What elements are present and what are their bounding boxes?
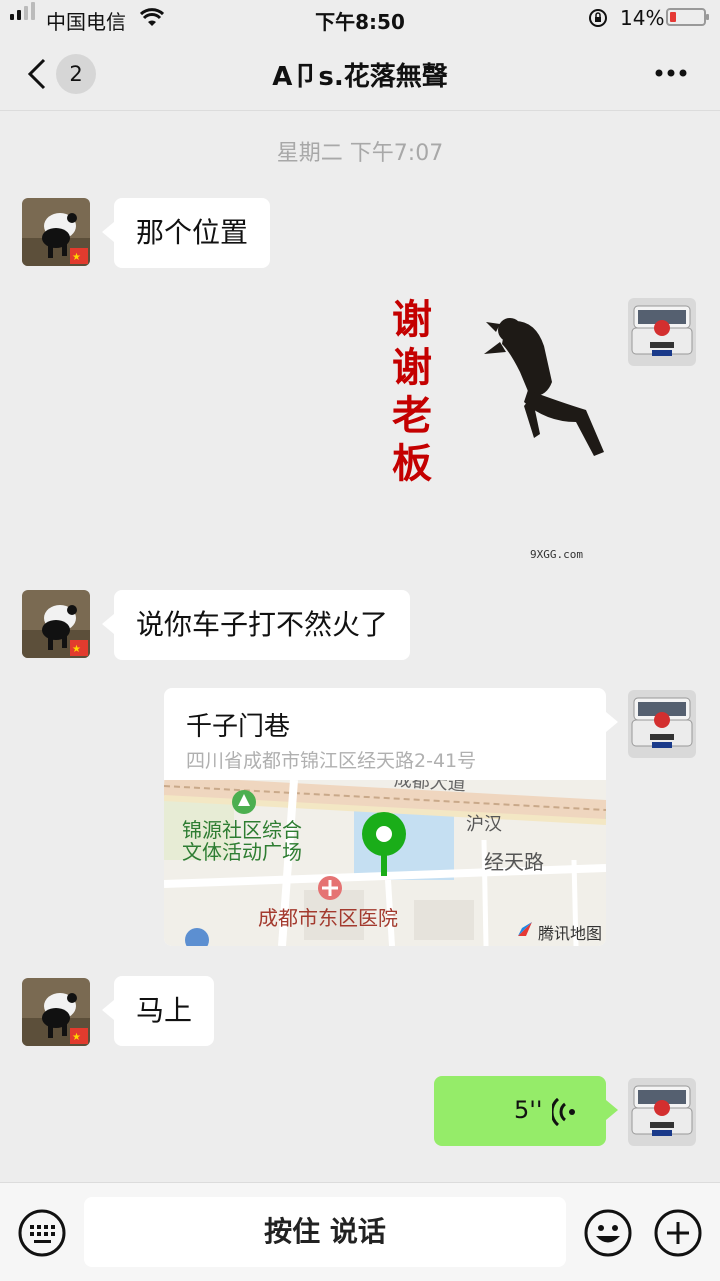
kneeling-man-figure bbox=[484, 318, 604, 456]
plus-icon[interactable] bbox=[654, 1209, 702, 1257]
sticker-char: 老 bbox=[392, 393, 432, 439]
message-bubble[interactable]: 马上 bbox=[101, 976, 215, 1046]
map-provider-label: 腾讯地图 bbox=[538, 924, 603, 943]
sticker-watermark: 9XGG.com bbox=[530, 548, 583, 561]
map-label-jingtian: 经天路 bbox=[484, 850, 544, 874]
svg-text:★: ★ bbox=[72, 1032, 81, 1043]
voice-duration: 5'' bbox=[514, 1096, 543, 1124]
more-icon[interactable] bbox=[654, 68, 688, 78]
input-bar: 按住 说话 bbox=[0, 1182, 720, 1281]
rotation-lock-icon bbox=[589, 9, 607, 27]
bubble-tail bbox=[606, 712, 618, 732]
status-bar: 中国电信 下午8:50 14% bbox=[0, 0, 720, 36]
sticker-text: 谢 谢 老 板 bbox=[392, 296, 436, 488]
avatar[interactable]: ★ bbox=[22, 978, 90, 1046]
self-avatar[interactable] bbox=[628, 690, 696, 758]
tencent-map-logo-icon bbox=[518, 922, 532, 936]
chat-header: 2 A卩s.花落無聲 bbox=[0, 36, 720, 111]
self-avatar[interactable] bbox=[628, 1078, 696, 1146]
message-bubble[interactable]: 说你车子打不然火了 bbox=[101, 590, 411, 660]
status-time: 下午8:50 bbox=[315, 10, 405, 34]
map-pin-icon bbox=[362, 812, 406, 876]
location-address: 四川省成都市锦江区经天路2-41号 bbox=[186, 750, 477, 772]
svg-text:★: ★ bbox=[72, 644, 81, 655]
sticker-char: 谢 bbox=[392, 297, 432, 343]
map-preview[interactable]: 成都大道 沪汉 经天路 锦源社区综合 文体活动广场 成都市东区医院 腾讯地图 bbox=[164, 780, 606, 946]
map-label-park-line2: 文体活动广场 bbox=[182, 840, 302, 864]
sticker-image[interactable]: 谢 谢 老 板 9XGG.com bbox=[380, 290, 612, 568]
keyboard-icon[interactable] bbox=[18, 1209, 66, 1257]
battery-percent: 14% bbox=[620, 6, 665, 30]
svg-text:★: ★ bbox=[72, 252, 81, 263]
message-timestamp: 星期二 下午7:07 bbox=[276, 141, 444, 166]
chat-title: A卩s.花落無聲 bbox=[272, 62, 448, 92]
avatar[interactable]: ★ bbox=[22, 590, 90, 658]
location-card[interactable]: 千子门巷 四川省成都市锦江区经天路2-41号 成都大道 沪汉 经天路 锦源社区综… bbox=[164, 688, 606, 946]
emoji-icon[interactable] bbox=[584, 1209, 632, 1257]
map-label-hospital: 成都市东区医院 bbox=[258, 906, 398, 930]
sticker-char: 谢 bbox=[392, 345, 432, 391]
voice-wave-icon bbox=[552, 1098, 575, 1126]
voice-message[interactable]: 5'' bbox=[434, 1076, 606, 1146]
hold-to-talk-button[interactable]: 按住 说话 bbox=[84, 1197, 566, 1267]
self-avatar[interactable] bbox=[628, 298, 696, 366]
message-bubble[interactable]: 那个位置 bbox=[101, 198, 271, 268]
bubble-tail bbox=[606, 1100, 618, 1120]
avatar[interactable]: ★ bbox=[22, 198, 90, 266]
location-name: 千子门巷 bbox=[186, 712, 291, 742]
battery-icon bbox=[666, 8, 709, 26]
sticker-char: 板 bbox=[392, 441, 432, 487]
map-label-huhan: 沪汉 bbox=[466, 814, 502, 835]
